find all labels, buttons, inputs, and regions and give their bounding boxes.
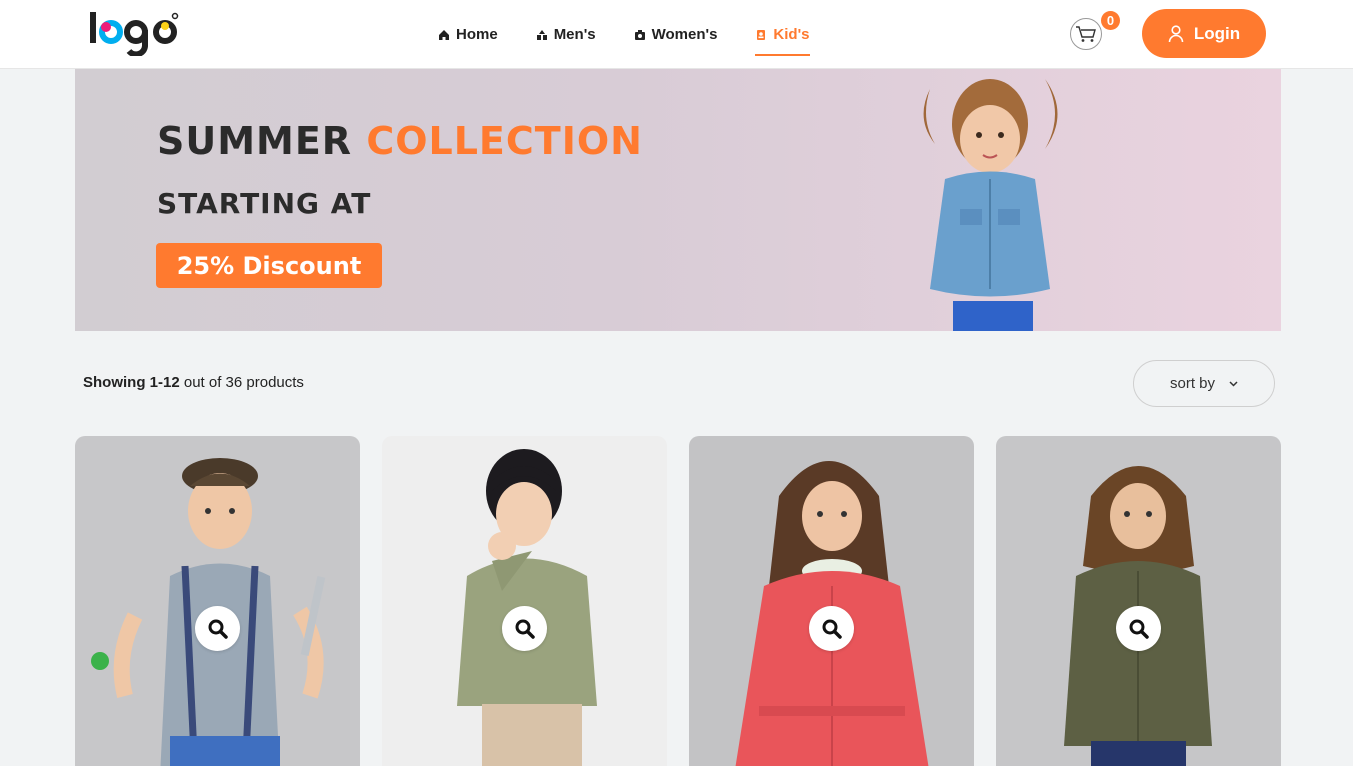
user-icon xyxy=(1168,24,1184,42)
top-navbar: Home Men's Women's Kid's 0 Login xyxy=(0,0,1353,69)
nav-mens-label: Men's xyxy=(553,26,596,43)
women-icon xyxy=(634,29,645,40)
results-count: Showing 1-12 out of 36 products xyxy=(83,374,304,391)
product-image xyxy=(91,458,326,766)
cart-icon xyxy=(1076,26,1096,42)
search-icon xyxy=(822,619,842,639)
quick-view-button[interactable] xyxy=(809,606,854,651)
banner-headline: SUMMER COLLECTION xyxy=(157,119,643,163)
banner-discount-badge[interactable]: 25% Discount xyxy=(156,243,382,288)
quick-view-button[interactable] xyxy=(1116,606,1161,651)
sort-dropdown[interactable]: sort by xyxy=(1133,360,1275,407)
login-label: Login xyxy=(1193,23,1241,43)
promo-banner[interactable]: SUMMER COLLECTION STARTING AT 25% Discou… xyxy=(75,69,1281,331)
product-image xyxy=(457,449,597,766)
cart-button[interactable] xyxy=(1070,18,1102,50)
product-card[interactable] xyxy=(996,436,1281,766)
search-icon xyxy=(208,619,228,639)
kids-icon xyxy=(757,29,766,40)
product-card[interactable] xyxy=(689,436,974,766)
quick-view-button[interactable] xyxy=(195,606,240,651)
men-icon xyxy=(536,29,547,40)
product-card[interactable] xyxy=(75,436,360,766)
product-image xyxy=(735,461,929,766)
nav-womens-label: Women's xyxy=(651,26,718,43)
nav-home-label: Home xyxy=(456,26,498,43)
chevron-down-icon xyxy=(1229,380,1238,387)
results-range: Showing 1-12 xyxy=(83,374,180,391)
banner-headline-b: COLLECTION xyxy=(366,119,643,163)
logo-icon xyxy=(90,12,179,56)
banner-subheadline: STARTING AT xyxy=(157,187,372,220)
product-image xyxy=(1064,466,1212,766)
home-icon xyxy=(439,29,449,40)
banner-headline-a: SUMMER xyxy=(157,119,353,163)
banner-kid-image xyxy=(923,79,1058,331)
nav-kids-label: Kid's xyxy=(773,26,810,43)
brand-logo[interactable] xyxy=(89,10,179,56)
nav-kids[interactable]: Kid's xyxy=(755,0,810,69)
cart-count-badge: 0 xyxy=(1101,11,1120,30)
main-nav: Home Men's Women's Kid's xyxy=(438,0,810,69)
results-total: out of 36 products xyxy=(179,374,304,391)
product-card[interactable] xyxy=(382,436,667,766)
sort-label: sort by xyxy=(1169,375,1215,392)
search-icon xyxy=(1129,619,1149,639)
nav-womens[interactable]: Women's xyxy=(634,0,718,69)
nav-home[interactable]: Home xyxy=(438,0,498,69)
quick-view-button[interactable] xyxy=(502,606,547,651)
search-icon xyxy=(515,619,535,639)
login-button[interactable]: Login xyxy=(1142,9,1266,58)
nav-mens[interactable]: Men's xyxy=(536,0,596,69)
product-grid xyxy=(75,436,1281,766)
